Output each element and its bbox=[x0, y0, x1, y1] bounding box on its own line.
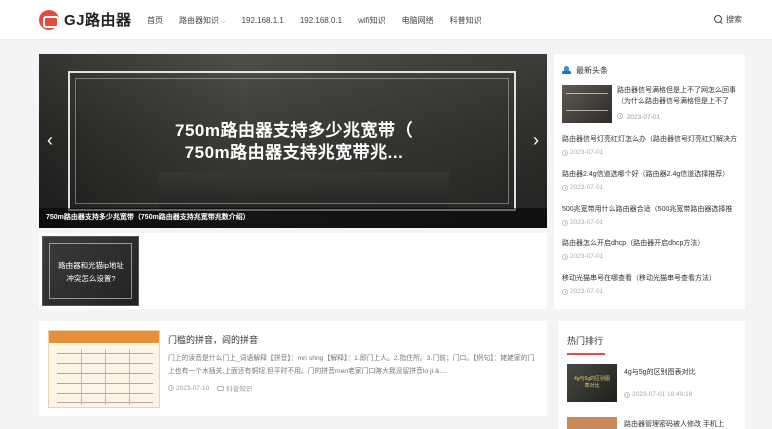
news-title[interactable]: 路由器怎么开启dhcp（路由器开启dhcp方法） bbox=[562, 238, 742, 248]
article-date: 2023-07-10 bbox=[176, 384, 210, 392]
hot-item-thumbnail[interactable] bbox=[567, 417, 617, 429]
heading-underline bbox=[567, 353, 605, 355]
date-text: 2023-07-01 bbox=[570, 149, 604, 156]
news-title[interactable]: 移动光猫串号在哪查看（移动光猫串号查看方法） bbox=[562, 273, 742, 283]
thumbnail-line bbox=[129, 349, 130, 405]
article-thumbnail[interactable] bbox=[48, 330, 160, 408]
article-title[interactable]: 门槛的拼音，闾的拼音 bbox=[168, 333, 258, 346]
slider-next-icon[interactable]: › bbox=[528, 131, 544, 149]
nav-item-home[interactable]: 首页 bbox=[147, 15, 163, 26]
main-nav: 首页 路由器知识 ⌵ 192.168.1.1 192.168.0.1 wifi知识… bbox=[139, 0, 490, 40]
list-item[interactable]: 路由器2.4g信道选哪个好（路由器2.4g信道选择推荐） 2023-07-01 bbox=[562, 169, 742, 191]
clock-icon bbox=[562, 219, 568, 226]
mini-card-row: 路由器和光猫ip地址冲突怎么设置? bbox=[39, 233, 547, 309]
hot-item-thumbnail[interactable]: 4g与5g的区别图表对比 bbox=[567, 364, 617, 402]
clock-icon bbox=[168, 385, 174, 391]
folder-icon bbox=[217, 385, 225, 391]
latest-featured-title[interactable]: 路由器信号满格但是上不了网怎么回事（为什么路由器信号满格但是上不了 bbox=[617, 85, 739, 107]
slider-heading-line2: 750m路由器支持兆宽带兆... bbox=[184, 143, 404, 162]
article-card: 门槛的拼音，闾的拼音 门上的读音是什么门上_词语解释【拼音】：mn shng【解… bbox=[39, 321, 547, 416]
hot-ranking-widget: 热门排行 4g与5g的区别图表对比 4g与5g的区别图表对比 2023-07-0… bbox=[558, 321, 745, 429]
list-item[interactable]: 500兆宽带用什么路由器合适（500兆宽带路由器选择推 2023-07-01 bbox=[562, 204, 742, 226]
thumbnail-line bbox=[81, 349, 82, 405]
thumbnail-header-band bbox=[49, 331, 159, 343]
article-category[interactable]: 科普知识 bbox=[226, 383, 252, 393]
date-text: 2023-07-01 bbox=[626, 114, 661, 121]
slider-caption[interactable]: 750m路由器支持多少兆宽带（750m路由器支持兆宽带兆数介绍） bbox=[39, 208, 547, 228]
slider-heading: 750m路由器支持多少兆宽带（ 750m路由器支持兆宽带兆... bbox=[79, 120, 509, 164]
featured-slider[interactable]: 750m路由器支持多少兆宽带（ 750m路由器支持兆宽带兆... ‹ › 750… bbox=[39, 54, 547, 228]
clock-icon bbox=[562, 184, 568, 191]
slider-prev-icon[interactable]: ‹ bbox=[42, 131, 58, 149]
latest-featured-thumbnail[interactable] bbox=[562, 85, 612, 123]
clock-icon bbox=[617, 113, 623, 119]
thumbnail-line bbox=[105, 349, 106, 405]
slider-heading-line1: 750m路由器支持多少兆宽带（ bbox=[175, 121, 413, 140]
nav-item-router-knowledge[interactable]: 路由器知识 ⌵ bbox=[179, 15, 226, 26]
news-title[interactable]: 500兆宽带用什么路由器合适（500兆宽带路由器选择推 bbox=[562, 204, 742, 214]
news-title[interactable]: 路由器2.4g信道选哪个好（路由器2.4g信道选择推荐） bbox=[562, 169, 742, 179]
clock-icon bbox=[624, 391, 630, 398]
hot-thumbnail-text: 4g与5g的区别图表对比 bbox=[573, 376, 611, 389]
latest-headlines-title: 最新头条 bbox=[576, 65, 608, 75]
nav-item-computer-network[interactable]: 电脑网络 bbox=[402, 15, 434, 26]
latest-headlines-header: 最新头条 bbox=[562, 64, 737, 76]
site-logo[interactable]: GJ路由器 bbox=[39, 9, 132, 30]
latest-headlines-widget: 最新头条 路由器信号满格但是上不了网怎么回事（为什么路由器信号满格但是上不了 2… bbox=[554, 54, 745, 309]
search-label: 搜索 bbox=[726, 15, 742, 24]
logo-text: GJ路由器 bbox=[64, 12, 132, 29]
news-date: 2023-07-01 bbox=[562, 219, 742, 226]
search-button[interactable]: 搜索 bbox=[714, 14, 742, 25]
article-meta: 2023-07-10 科普知识 bbox=[168, 383, 252, 393]
article-excerpt: 门上的读音是什么门上_词语解释【拼音】：mn shng【解释】：1.即门上人。2… bbox=[168, 355, 535, 375]
hot-item-title[interactable]: 路由器管理密码被人修改 手机上 bbox=[624, 419, 724, 429]
date-text: 2023-07-01 bbox=[570, 184, 604, 191]
date-text: 2023-07-01 bbox=[570, 253, 604, 260]
clock-icon bbox=[562, 253, 568, 260]
clock-icon bbox=[562, 288, 568, 295]
nav-item-science[interactable]: 科普知识 bbox=[450, 15, 482, 26]
news-date: 2023-07-01 bbox=[562, 149, 742, 156]
hot-item-title[interactable]: 4g与5g的区别图表对比 bbox=[624, 367, 696, 377]
news-title[interactable]: 路由器信号灯亮红灯怎么办（路由器信号灯亮红灯解决方 bbox=[562, 134, 742, 144]
hot-ranking-title: 热门排行 bbox=[567, 336, 604, 346]
date-text: 2023-07-01 bbox=[570, 288, 604, 295]
clock-icon bbox=[562, 149, 568, 156]
nav-item-label: 路由器知识 bbox=[179, 15, 219, 25]
site-header: GJ路由器 首页 路由器知识 ⌵ 192.168.1.1 192.168.0.1 … bbox=[0, 0, 772, 40]
nav-item-192-168-0-1[interactable]: 192.168.0.1 bbox=[300, 16, 342, 25]
news-date: 2023-07-01 bbox=[562, 253, 742, 260]
mini-card-title: 路由器和光猫ip地址冲突怎么设置? bbox=[58, 261, 124, 283]
nav-item-wifi[interactable]: wifi知识 bbox=[358, 15, 386, 26]
mini-card[interactable]: 路由器和光猫ip地址冲突怎么设置? bbox=[42, 236, 139, 306]
router-logo-icon bbox=[39, 9, 59, 30]
search-icon bbox=[714, 15, 723, 24]
list-item[interactable]: 路由器信号灯亮红灯怎么办（路由器信号灯亮红灯解决方 2023-07-01 bbox=[562, 134, 742, 156]
latest-featured-date: 2023-07-01 bbox=[617, 113, 660, 121]
news-date: 2023-07-01 bbox=[562, 288, 742, 295]
rocket-icon bbox=[562, 65, 571, 75]
latest-featured-item[interactable]: 路由器信号满格但是上不了网怎么回事（为什么路由器信号满格但是上不了 2023-0… bbox=[562, 85, 737, 133]
hot-item-date: 2023-07-01 16:49:16 bbox=[624, 391, 692, 398]
date-text: 2023-07-01 bbox=[570, 219, 604, 226]
list-item[interactable]: 移动光猫串号在哪查看（移动光猫串号查看方法） 2023-07-01 bbox=[562, 273, 742, 295]
chevron-down-icon: ⌵ bbox=[221, 18, 226, 25]
news-date: 2023-07-01 bbox=[562, 184, 742, 191]
list-item[interactable]: 路由器怎么开启dhcp（路由器开启dhcp方法） 2023-07-01 bbox=[562, 238, 742, 260]
date-text: 2023-07-01 16:49:16 bbox=[632, 391, 693, 398]
nav-item-192-168-1-1[interactable]: 192.168.1.1 bbox=[242, 16, 284, 25]
